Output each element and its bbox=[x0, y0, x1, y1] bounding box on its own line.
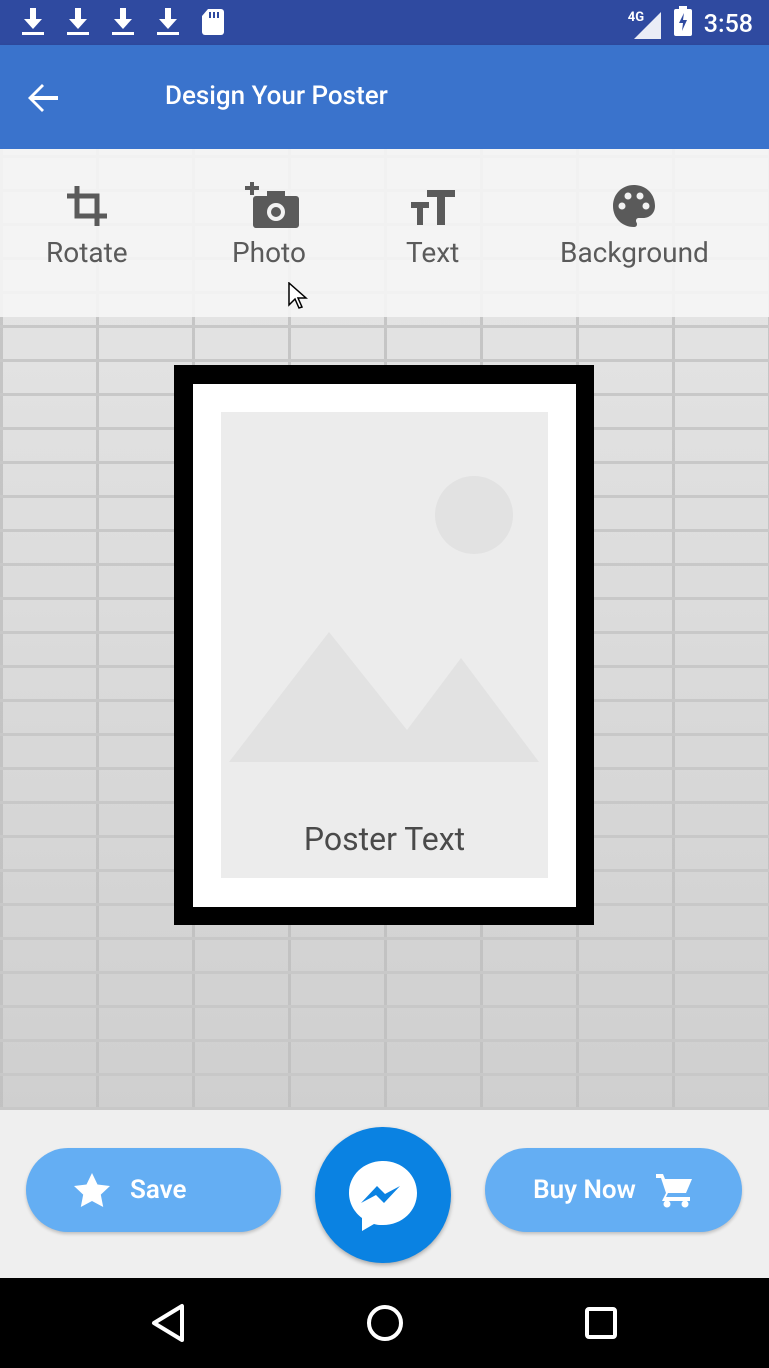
mouse-cursor-icon bbox=[288, 282, 308, 309]
app-bar: Design Your Poster bbox=[0, 45, 769, 149]
download-icon bbox=[20, 8, 45, 36]
nav-back-icon[interactable] bbox=[146, 1300, 192, 1346]
clock: 3:58 bbox=[703, 10, 753, 39]
photo-label: Photo bbox=[232, 236, 306, 269]
messenger-button[interactable] bbox=[315, 1127, 451, 1263]
battery-icon bbox=[673, 6, 692, 43]
status-bar: 4G 3:58 bbox=[0, 0, 769, 45]
arrow-back-icon[interactable] bbox=[26, 81, 60, 115]
rotate-tool[interactable]: Rotate bbox=[46, 182, 128, 269]
palette-icon bbox=[610, 182, 658, 230]
rotate-label: Rotate bbox=[46, 236, 128, 269]
download-icon bbox=[155, 8, 180, 36]
system-nav-bar bbox=[0, 1278, 769, 1368]
add-photo-icon bbox=[244, 182, 299, 230]
text-label: Text bbox=[406, 236, 460, 269]
sd-card-icon bbox=[200, 8, 225, 36]
page-title: Design Your Poster bbox=[165, 81, 388, 111]
buy-now-label: Buy Now bbox=[533, 1175, 636, 1205]
signal-icon: 4G bbox=[628, 10, 662, 40]
poster-frame[interactable]: Poster Text bbox=[174, 365, 594, 925]
messenger-icon bbox=[345, 1157, 421, 1233]
cart-icon bbox=[655, 1172, 694, 1208]
image-placeholder-icon bbox=[229, 476, 539, 762]
text-tool[interactable]: Text bbox=[406, 182, 459, 269]
buy-now-button[interactable]: Buy Now bbox=[485, 1148, 742, 1232]
photo-tool[interactable]: Photo bbox=[232, 182, 306, 269]
nav-recents-icon[interactable] bbox=[578, 1300, 624, 1346]
star-icon bbox=[74, 1173, 110, 1207]
photo-placeholder[interactable]: Poster Text bbox=[221, 412, 548, 878]
download-icon bbox=[110, 8, 135, 36]
download-icon bbox=[65, 8, 90, 36]
crop-rotate-icon bbox=[63, 182, 111, 230]
nav-home-icon[interactable] bbox=[362, 1300, 408, 1346]
text-size-icon bbox=[409, 182, 457, 230]
save-label: Save bbox=[130, 1175, 187, 1205]
background-label: Background bbox=[560, 236, 709, 269]
background-tool[interactable]: Background bbox=[560, 182, 709, 269]
poster-text[interactable]: Poster Text bbox=[221, 820, 548, 858]
save-button[interactable]: Save bbox=[26, 1148, 281, 1232]
poster-mat: Poster Text bbox=[193, 384, 576, 907]
